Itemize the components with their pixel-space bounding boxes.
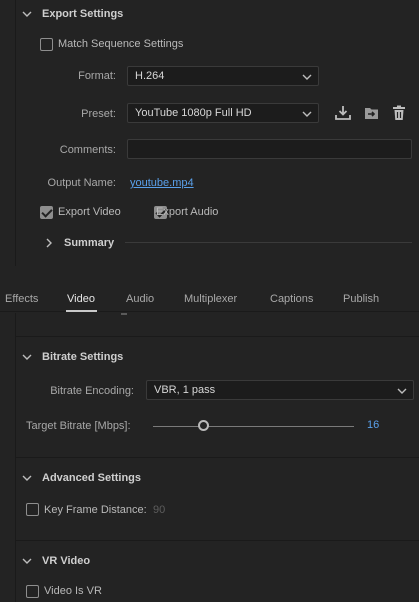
key-frame-value: 90: [153, 504, 166, 516]
bitrate-encoding-dropdown[interactable]: VBR, 1 pass: [146, 380, 414, 400]
chevron-down-icon: [22, 352, 32, 362]
key-frame-checkbox[interactable]: [26, 503, 39, 516]
format-label: Format:: [78, 70, 116, 82]
import-preset-icon[interactable]: [362, 104, 380, 122]
target-bitrate-value[interactable]: 16: [367, 419, 379, 431]
format-dropdown[interactable]: H.264: [127, 66, 319, 86]
tab-audio[interactable]: Audio: [126, 293, 154, 305]
summary-divider: [125, 242, 412, 243]
output-name-label: Output Name:: [47, 177, 116, 189]
section-separator: [15, 336, 419, 337]
tab-captions[interactable]: Captions: [270, 293, 313, 305]
comments-input[interactable]: [127, 139, 412, 159]
match-sequence-checkbox[interactable]: [40, 38, 53, 51]
slider-thumb[interactable]: [198, 420, 209, 431]
bitrate-encoding-label: Bitrate Encoding:: [50, 385, 134, 397]
tab-video[interactable]: Video: [67, 293, 95, 305]
scroll-indicator: [121, 313, 127, 315]
bitrate-settings-header[interactable]: Bitrate Settings: [22, 346, 123, 368]
export-audio-label: Export Audio: [156, 206, 219, 218]
advanced-settings-title: Advanced Settings: [42, 472, 142, 484]
target-bitrate-label: Target Bitrate [Mbps]:: [26, 420, 131, 432]
chevron-down-icon: [302, 72, 312, 85]
preset-value: YouTube 1080p Full HD: [135, 107, 252, 119]
tab-effects[interactable]: Effects: [5, 293, 38, 305]
section-separator: [15, 457, 419, 458]
export-settings-title: Export Settings: [42, 8, 124, 20]
vr-video-header[interactable]: VR Video: [22, 550, 90, 572]
video-is-vr-label: Video Is VR: [44, 585, 102, 597]
tab-multiplexer[interactable]: Multiplexer: [184, 293, 237, 305]
target-bitrate-slider[interactable]: [153, 426, 354, 427]
chevron-down-icon: [22, 9, 32, 19]
key-frame-label: Key Frame Distance:: [44, 504, 147, 516]
save-preset-icon[interactable]: [334, 104, 352, 122]
format-value: H.264: [135, 70, 165, 82]
delete-preset-icon[interactable]: [390, 104, 408, 122]
output-name-link[interactable]: youtube.mp4: [130, 177, 194, 189]
match-sequence-label: Match Sequence Settings: [58, 38, 184, 50]
tab-publish[interactable]: Publish: [343, 293, 379, 305]
export-video-label: Export Video: [58, 206, 121, 218]
bitrate-settings-title: Bitrate Settings: [42, 351, 124, 363]
summary-header[interactable]: Summary: [44, 232, 114, 254]
section-separator: [15, 540, 419, 541]
active-tab-indicator: [66, 310, 97, 312]
chevron-right-icon: [44, 238, 54, 248]
preset-dropdown[interactable]: YouTube 1080p Full HD: [127, 103, 319, 123]
vr-video-title: VR Video: [42, 555, 91, 567]
comments-label: Comments:: [59, 144, 116, 156]
settings-tabs: Effects Video Audio Multiplexer Captions…: [0, 286, 419, 312]
chevron-down-icon: [302, 109, 312, 122]
bitrate-encoding-value: VBR, 1 pass: [154, 384, 216, 396]
preset-label: Preset:: [81, 108, 116, 120]
chevron-down-icon: [22, 473, 32, 483]
export-settings-header[interactable]: Export Settings: [22, 3, 123, 25]
chevron-down-icon: [22, 556, 32, 566]
summary-title: Summary: [64, 237, 115, 249]
video-is-vr-checkbox[interactable]: [26, 585, 39, 598]
chevron-down-icon: [397, 386, 407, 399]
export-video-checkbox[interactable]: [40, 206, 53, 219]
advanced-settings-header[interactable]: Advanced Settings: [22, 467, 141, 489]
